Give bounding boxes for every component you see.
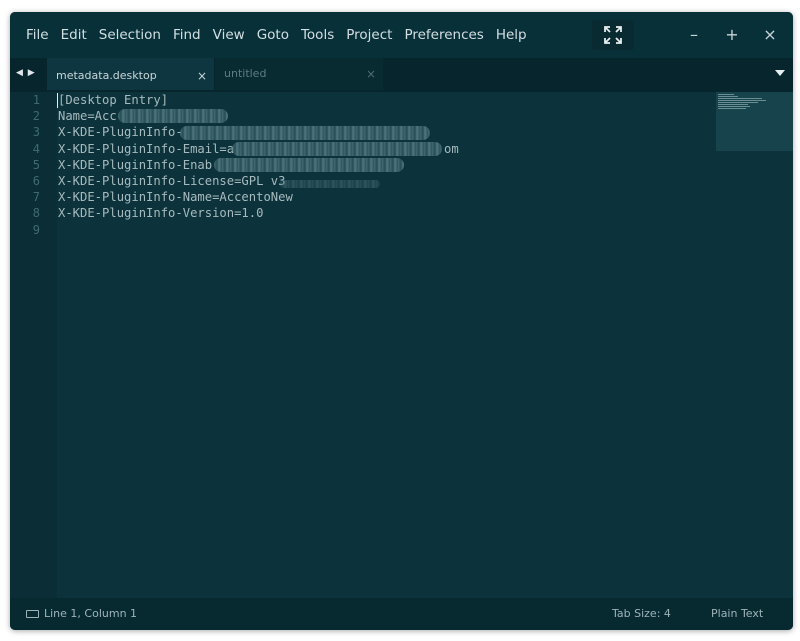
line-number: 6 bbox=[32, 174, 40, 188]
menu-bar: File Edit Selection Find View Goto Tools… bbox=[20, 12, 533, 58]
code-line-fragment: om bbox=[444, 141, 459, 156]
tab-label: untitled bbox=[224, 67, 267, 80]
tab-close-icon[interactable]: × bbox=[197, 60, 207, 92]
tab-close-icon[interactable]: × bbox=[366, 58, 376, 90]
panel-toggle-icon[interactable] bbox=[26, 610, 39, 618]
redacted-text bbox=[280, 180, 380, 188]
menu-file[interactable]: File bbox=[20, 12, 55, 58]
sublime-window: File Edit Selection Find View Goto Tools… bbox=[10, 12, 793, 630]
fullscreen-icon bbox=[604, 26, 622, 44]
code-line[interactable]: Name=Acc bbox=[58, 108, 117, 124]
minimap-line bbox=[718, 94, 734, 95]
line-number: 7 bbox=[32, 190, 40, 205]
code-line[interactable]: X-KDE-PluginInfo-License=GPL v3 bbox=[58, 173, 285, 189]
tab-untitled[interactable]: untitled × bbox=[215, 58, 383, 90]
minimap-line bbox=[718, 108, 746, 109]
panel-toggle-icon[interactable]: ◀ ▶ bbox=[16, 68, 36, 78]
tab-bar: ◀ ▶ metadata.desktop × untitled × bbox=[10, 58, 793, 92]
maximize-button[interactable]: + bbox=[717, 20, 747, 50]
menu-edit[interactable]: Edit bbox=[55, 12, 93, 58]
status-bar: Line 1, Column 1 Tab Size: 4 Plain Text bbox=[10, 598, 793, 630]
menu-find[interactable]: Find bbox=[167, 12, 207, 58]
menu-help[interactable]: Help bbox=[490, 12, 533, 58]
editor-area[interactable]: 1 2 3 4 5 6 7 8 9 [Desktop Entry] Name=A… bbox=[10, 92, 793, 598]
tab-metadata-desktop[interactable]: metadata.desktop × bbox=[47, 58, 214, 90]
tab-label: metadata.desktop bbox=[56, 69, 157, 82]
line-number: 3 bbox=[32, 125, 40, 140]
menu-preferences[interactable]: Preferences bbox=[398, 12, 489, 58]
redacted-text bbox=[180, 126, 430, 140]
code-line[interactable]: X-KDE-PluginInfo-Name=AccentoNew bbox=[58, 189, 293, 205]
line-number: 8 bbox=[32, 206, 40, 221]
minimap-line bbox=[718, 102, 758, 103]
menu-tools[interactable]: Tools bbox=[295, 12, 340, 58]
minimap-line bbox=[718, 104, 748, 105]
line-number: 9 bbox=[32, 222, 40, 237]
close-button[interactable]: × bbox=[755, 20, 785, 50]
redacted-text bbox=[118, 109, 228, 123]
line-number: 5 bbox=[32, 157, 40, 172]
code-line[interactable]: [Desktop Entry] bbox=[58, 92, 168, 108]
menu-selection[interactable]: Selection bbox=[93, 12, 167, 58]
menu-view[interactable]: View bbox=[207, 12, 251, 58]
line-number-gutter: 1 2 3 4 5 6 7 8 9 bbox=[10, 92, 57, 598]
code-line[interactable]: X-KDE-PluginInfo- bbox=[58, 124, 183, 140]
line-number: 4 bbox=[32, 141, 40, 156]
minimap-line bbox=[718, 98, 762, 99]
minimap-line bbox=[718, 100, 766, 101]
menu-project[interactable]: Project bbox=[340, 12, 398, 58]
code-line[interactable]: X-KDE-PluginInfo-Version=1.0 bbox=[58, 205, 263, 221]
line-number: 2 bbox=[32, 109, 40, 124]
redacted-text bbox=[214, 158, 404, 172]
tab-size-selector[interactable]: Tab Size: 4 bbox=[612, 598, 671, 630]
minimap-line bbox=[718, 96, 738, 97]
syntax-selector[interactable]: Plain Text bbox=[711, 598, 763, 630]
cursor-position: Line 1, Column 1 bbox=[44, 607, 138, 620]
menu-goto[interactable]: Goto bbox=[251, 12, 295, 58]
code-line[interactable]: X-KDE-PluginInfo-Email=a bbox=[58, 141, 234, 157]
fullscreen-button[interactable] bbox=[592, 20, 634, 50]
minimize-button[interactable]: – bbox=[679, 20, 709, 50]
code-line[interactable]: X-KDE-PluginInfo-Enab bbox=[58, 157, 212, 173]
title-bar: File Edit Selection Find View Goto Tools… bbox=[10, 12, 793, 58]
redacted-text bbox=[232, 142, 442, 156]
tab-dropdown-icon[interactable] bbox=[775, 70, 785, 76]
line-number: 1 bbox=[32, 93, 40, 107]
minimap[interactable] bbox=[716, 92, 793, 151]
minimap-line bbox=[718, 106, 750, 107]
